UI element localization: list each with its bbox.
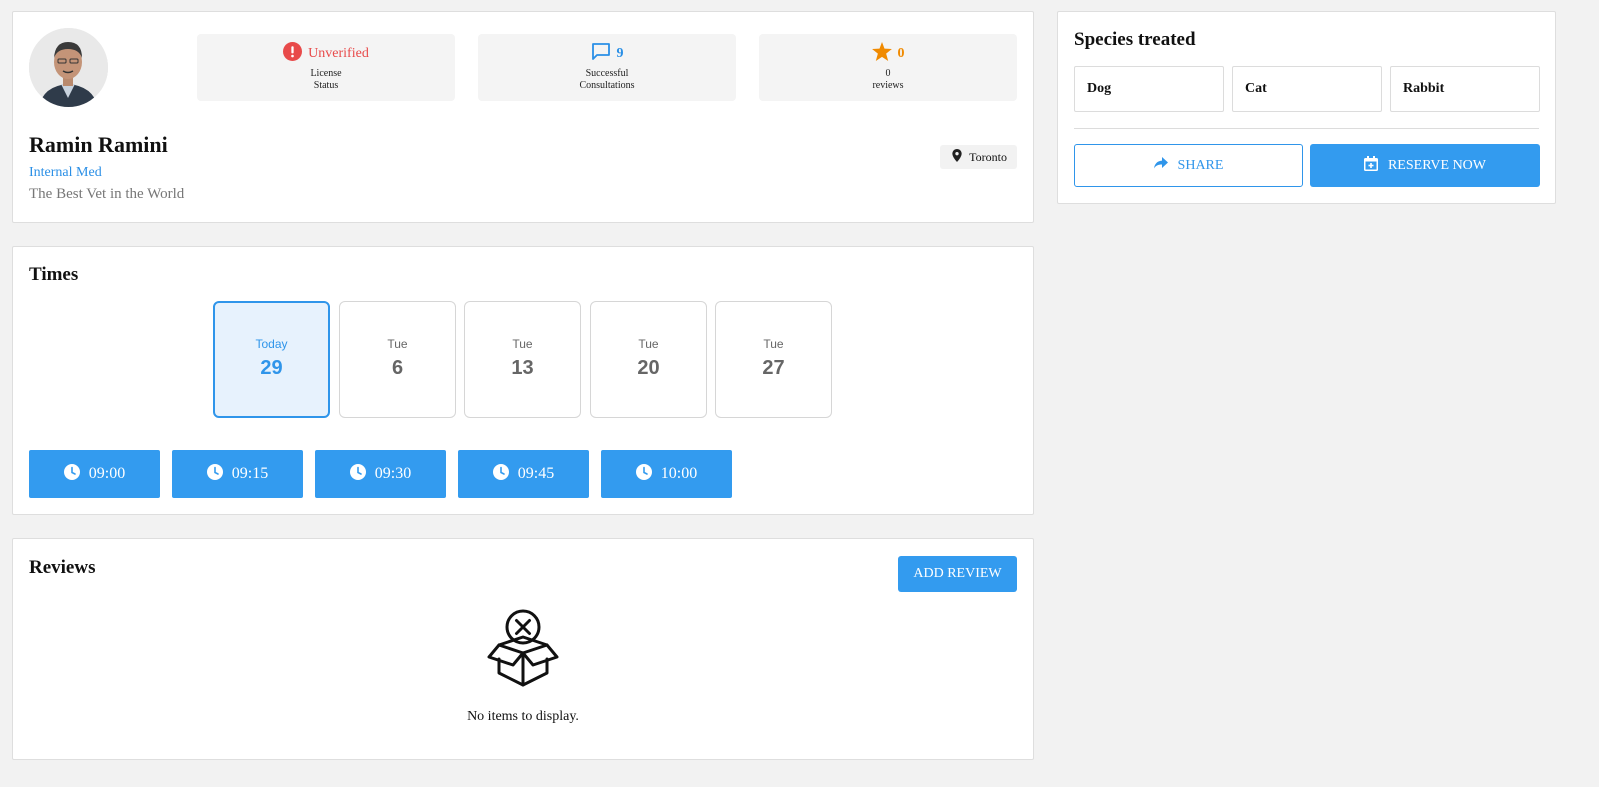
license-caption-line1: License [310,68,342,79]
day-option-today[interactable]: Today 29 [213,301,330,418]
license-caption-line2: Status [313,80,339,91]
reviews-card: Reviews ADD REVIEW No items to display. [12,538,1034,760]
species-cat: Cat [1232,66,1382,112]
clock-icon [492,463,509,485]
clock-icon [349,463,366,485]
time-slot-button[interactable]: 09:30 [315,450,446,498]
time-slot-label: 09:15 [231,465,269,482]
day-number: 13 [511,357,534,379]
share-button[interactable]: SHARE [1074,144,1303,187]
clock-icon [63,463,80,485]
time-slot-button[interactable]: 09:15 [172,450,303,498]
species-card: Species treated Dog Cat Rabbit SHARE RES… [1057,11,1556,204]
day-number: 20 [637,357,660,379]
vet-tagline: The Best Vet in the World [29,186,185,202]
day-name: Tue [512,337,533,351]
map-pin-icon [952,148,962,166]
share-label: SHARE [1177,157,1224,173]
day-option[interactable]: Tue 20 [590,301,707,418]
day-name: Tue [638,337,659,351]
location-badge: Toronto [940,145,1017,169]
species-title: Species treated [1074,29,1196,50]
reserve-now-button[interactable]: RESERVE NOW [1310,144,1540,187]
day-number: 27 [762,357,785,379]
time-slot-button[interactable]: 09:00 [29,450,160,498]
reviews-caption-line2: reviews [872,80,904,91]
clock-icon [206,463,223,485]
day-name: Tue [763,337,784,351]
alert-circle-icon [283,42,303,66]
empty-state-text: No items to display. [467,709,579,724]
clock-icon [635,463,652,485]
add-review-button[interactable]: ADD REVIEW [898,556,1017,592]
time-slot-label: 09:45 [517,465,555,482]
reviews-stat: 0 0 reviews [759,34,1017,101]
empty-box-icon [485,607,561,694]
day-name: Tue [387,337,408,351]
consultations-stat: 9 Successful Consultations [478,34,736,101]
time-slot-label: 09:30 [374,465,412,482]
star-icon [871,42,892,66]
time-slot-button[interactable]: 10:00 [601,450,732,498]
calendar-add-icon [1363,155,1378,176]
time-slot-label: 10:00 [660,465,698,482]
vet-specialty: Internal Med [29,165,102,180]
reviews-title: Reviews [29,557,96,578]
time-slot-label: 09:00 [88,465,126,482]
day-number: 6 [391,357,404,379]
divider [1074,128,1539,129]
location-text: Toronto [969,149,1007,164]
consultations-caption-line1: Successful [585,68,629,79]
day-name: Today [255,337,288,351]
consultations-count: 9 [616,46,624,61]
day-number: 29 [260,357,283,379]
times-title: Times [29,264,79,285]
license-status-stat: Unverified License Status [197,34,455,101]
day-option[interactable]: Tue 6 [339,301,456,418]
vet-name: Ramin Ramini [29,132,168,157]
times-card: Times Today 29 Tue 6 Tue 13 Tue 20 Tue 2… [12,246,1034,515]
day-option[interactable]: Tue 13 [464,301,581,418]
rating-value: 0 [897,46,905,61]
chat-bubble-icon [591,42,611,66]
day-option[interactable]: Tue 27 [715,301,832,418]
share-icon [1153,157,1168,174]
license-status-value: Unverified [308,46,369,61]
species-rabbit: Rabbit [1390,66,1540,112]
avatar [29,28,108,107]
species-dog: Dog [1074,66,1224,112]
reserve-label: RESERVE NOW [1387,157,1487,173]
consultations-caption-line2: Consultations [579,80,635,91]
time-slot-button[interactable]: 09:45 [458,450,589,498]
profile-card: Unverified License Status 9 Successful C… [12,11,1034,223]
reviews-caption-line1: 0 [885,68,891,79]
